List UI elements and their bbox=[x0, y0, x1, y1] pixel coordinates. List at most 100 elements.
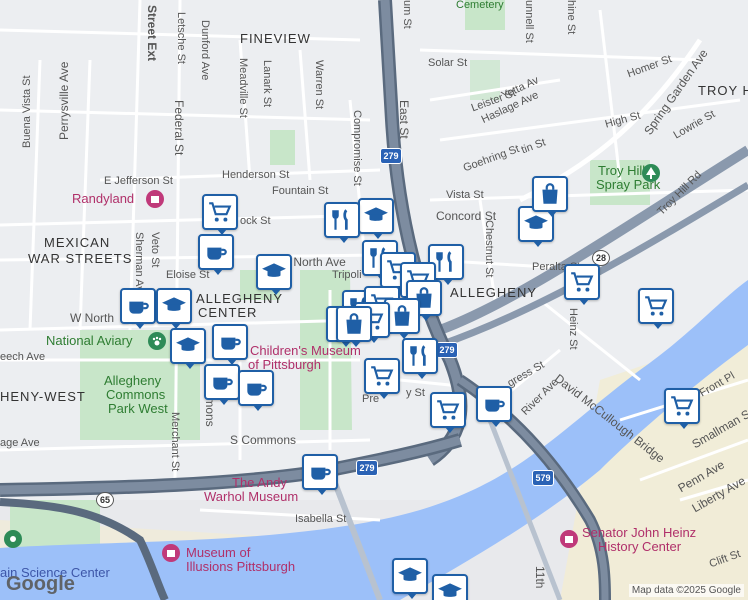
grocery-marker[interactable] bbox=[430, 392, 466, 433]
street-label-merchant: Merchant St bbox=[169, 412, 181, 472]
neighborhood-label-allegheny-west: HENY-WEST bbox=[0, 389, 86, 404]
graduation-cap-icon bbox=[524, 215, 548, 229]
street-label-buena-vista: Buena Vista St bbox=[21, 75, 33, 148]
cafe-marker[interactable] bbox=[198, 234, 234, 275]
poi-label-museum-illusions-1[interactable]: Museum of bbox=[186, 546, 250, 559]
street-label-street-ext: Street Ext bbox=[145, 5, 159, 62]
street-label-solar: Solar St bbox=[428, 57, 468, 69]
grocery-marker[interactable] bbox=[364, 358, 400, 399]
school-marker[interactable] bbox=[256, 254, 292, 295]
grocery-marker[interactable] bbox=[202, 194, 238, 235]
cart-icon bbox=[671, 396, 694, 416]
street-label-perrysville: Perrysville Ave bbox=[57, 61, 71, 140]
cart-icon bbox=[645, 296, 668, 316]
street-label-east: East St bbox=[397, 100, 411, 139]
poi-label-national-aviary[interactable]: National Aviary bbox=[46, 334, 132, 347]
poi-label-warhol-1[interactable]: The Andy bbox=[232, 476, 287, 489]
neighborhood-label-allegheny-east: ALLEGHENY bbox=[450, 285, 538, 300]
coffee-cup-icon bbox=[247, 383, 267, 396]
street-label-unnell: unnell St bbox=[523, 0, 535, 43]
poi-label-troy-hill-spray-1[interactable]: Troy Hill bbox=[598, 164, 645, 177]
school-marker[interactable] bbox=[432, 574, 468, 600]
cafe-marker[interactable] bbox=[120, 288, 156, 329]
street-label-um: um St bbox=[401, 0, 413, 29]
school-marker[interactable] bbox=[358, 198, 394, 239]
school-marker[interactable] bbox=[170, 328, 206, 369]
google-logo: Google bbox=[6, 573, 75, 595]
poi-label-museum-illusions-2[interactable]: Illusions Pittsburgh bbox=[186, 560, 295, 573]
restaurant-marker[interactable] bbox=[324, 202, 360, 243]
cafe-marker[interactable] bbox=[204, 364, 240, 405]
grocery-marker[interactable] bbox=[564, 264, 600, 305]
poi-label-warhol-2[interactable]: Warhol Museum bbox=[204, 490, 298, 503]
street-label-lanark: Lanark St bbox=[261, 60, 273, 108]
neighborhood-label-troy-hill: TROY HI bbox=[698, 83, 748, 98]
street-label-meadville: Meadville St bbox=[237, 58, 249, 118]
label-cemetery: Cemetery bbox=[456, 0, 504, 11]
street-label-y-st: y St bbox=[406, 387, 425, 399]
street-label-letsche: Letsche St bbox=[175, 12, 187, 64]
science-center-pin-icon[interactable] bbox=[4, 530, 22, 548]
cart-icon bbox=[571, 272, 594, 292]
museum-pin-icon[interactable] bbox=[146, 190, 164, 208]
shopping-marker[interactable] bbox=[336, 306, 372, 347]
fork-knife-icon bbox=[410, 345, 426, 366]
street-label-w-north: W North bbox=[70, 311, 115, 325]
cart-icon bbox=[371, 366, 394, 386]
neighborhood-label-allegheny-center-2: CENTER bbox=[198, 305, 258, 320]
heinz-history-pin-icon[interactable] bbox=[560, 530, 578, 548]
neighborhood-label-mexican: MEXICAN bbox=[44, 235, 111, 250]
street-label-age-ave: age Ave bbox=[0, 437, 40, 449]
street-label-eloise: Eloise St bbox=[166, 269, 210, 281]
street-label-fountain: Fountain St bbox=[272, 185, 329, 197]
graduation-cap-icon bbox=[438, 583, 462, 597]
poi-label-commons-park-2: Commons bbox=[106, 387, 166, 402]
interstate-shield-279-a: 279 bbox=[380, 148, 402, 164]
street-label-sherman: Sherman Av bbox=[133, 232, 145, 292]
street-label-compromise: Compromise St bbox=[351, 110, 363, 186]
cafe-marker[interactable] bbox=[212, 324, 248, 365]
neighborhood-label-war-streets: WAR STREETS bbox=[28, 251, 133, 266]
cafe-marker[interactable] bbox=[238, 370, 274, 411]
street-label-warren: Warren St bbox=[313, 60, 325, 110]
shopping-bag-icon bbox=[394, 305, 410, 326]
paw-pin-icon[interactable] bbox=[148, 332, 166, 350]
street-label-lock: ock St bbox=[240, 215, 271, 227]
interstate-shield-279-b: 279 bbox=[436, 342, 458, 358]
shopping-bag-icon bbox=[346, 313, 362, 334]
street-label-chestnut: Chestnut St bbox=[483, 220, 495, 278]
street-label-veto: Veto St bbox=[149, 232, 161, 268]
school-marker[interactable] bbox=[156, 288, 192, 329]
coffee-cup-icon bbox=[311, 467, 331, 480]
cafe-marker[interactable] bbox=[476, 386, 512, 427]
coffee-cup-icon bbox=[207, 247, 227, 260]
route-shield-65: 65 bbox=[96, 492, 114, 508]
neighborhood-label-allegheny-center-1: ALLEGHENY bbox=[196, 291, 284, 306]
poi-label-commons-park-1: Allegheny bbox=[104, 373, 162, 388]
poi-label-heinz-history-2[interactable]: History Center bbox=[598, 540, 681, 553]
poi-label-heinz-history-1[interactable]: Senator John Heinz bbox=[582, 526, 696, 539]
street-label-beech: eech Ave bbox=[0, 351, 46, 363]
cart-icon bbox=[209, 202, 232, 222]
map-attribution[interactable]: Map data ©2025 Google bbox=[628, 584, 744, 597]
grocery-marker[interactable] bbox=[638, 288, 674, 329]
museum-illusions-pin-icon[interactable] bbox=[162, 544, 180, 562]
street-label-e-jefferson: E Jefferson St bbox=[104, 175, 173, 187]
interstate-shield-579: 579 bbox=[532, 470, 554, 486]
graduation-cap-icon bbox=[364, 207, 388, 221]
map-canvas[interactable]: FINEVIEW MEXICAN WAR STREETS ALLEGHENY C… bbox=[0, 0, 748, 600]
street-label-vista: Vista St bbox=[446, 189, 484, 201]
restaurant-marker[interactable] bbox=[402, 338, 438, 379]
tree-pin-icon[interactable] bbox=[642, 164, 660, 182]
coffee-cup-icon bbox=[213, 377, 233, 390]
grocery-marker[interactable] bbox=[664, 388, 700, 429]
poi-label-randyland[interactable]: Randyland bbox=[72, 192, 134, 205]
street-label-federal: Federal St bbox=[172, 100, 186, 156]
street-label-henderson: Henderson St bbox=[222, 169, 290, 181]
cafe-marker[interactable] bbox=[302, 454, 338, 495]
shopping-marker[interactable] bbox=[532, 176, 568, 217]
street-label-hine: hine St bbox=[565, 0, 577, 35]
school-marker[interactable] bbox=[392, 558, 428, 599]
fork-knife-icon bbox=[332, 209, 348, 230]
graduation-cap-icon bbox=[176, 337, 200, 351]
